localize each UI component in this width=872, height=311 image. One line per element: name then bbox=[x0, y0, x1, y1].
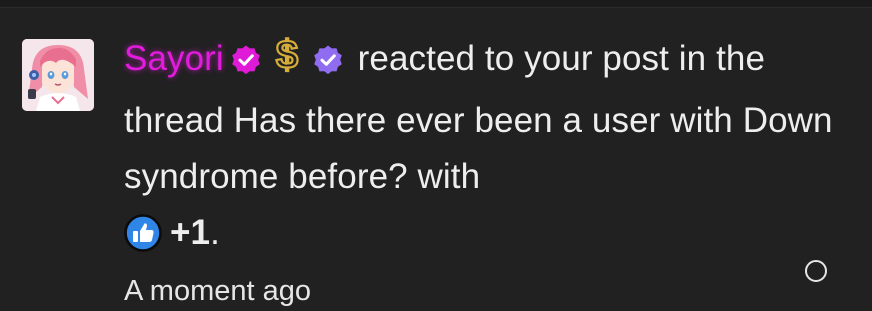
top-divider bbox=[0, 0, 872, 8]
verified-purple-icon bbox=[312, 37, 344, 93]
notification-content: Sayori $ reacted to your post in the thre… bbox=[124, 31, 844, 311]
verified-magenta-icon bbox=[230, 37, 262, 93]
username-link[interactable]: Sayori bbox=[124, 39, 224, 78]
notification-message: Sayori $ reacted to your post in the thre… bbox=[124, 31, 844, 269]
circle-outline-icon[interactable] bbox=[805, 260, 827, 282]
avatar-image bbox=[22, 39, 94, 111]
with-text: with bbox=[417, 157, 481, 196]
dollar-icon: $ bbox=[272, 32, 302, 93]
sentence-period: . bbox=[210, 213, 220, 252]
reaction-name: +1 bbox=[170, 213, 211, 252]
svg-text:$: $ bbox=[276, 33, 298, 76]
avatar[interactable] bbox=[22, 39, 94, 111]
thumbs-up-icon bbox=[124, 213, 162, 269]
notification-item[interactable]: Sayori $ reacted to your post in the thre… bbox=[0, 8, 872, 307]
timestamp: A moment ago bbox=[124, 275, 311, 307]
